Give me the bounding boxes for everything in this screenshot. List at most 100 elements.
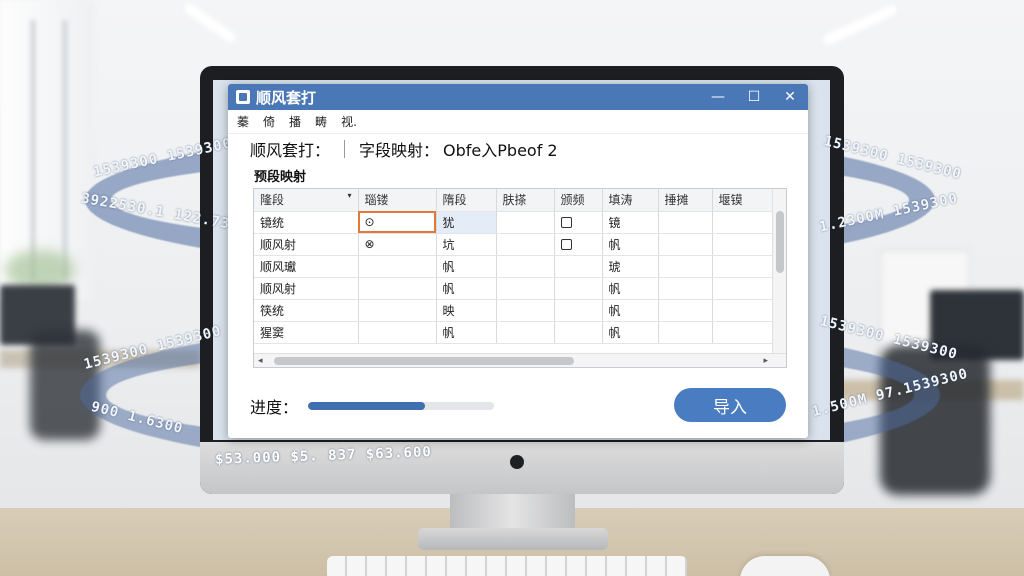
table-cell[interactable] [358, 299, 437, 322]
progress-fill [308, 402, 426, 410]
import-button[interactable]: 导入 [674, 388, 786, 422]
table-row[interactable]: 筷统 映 帆 [254, 299, 773, 322]
table-cell[interactable]: 顺风射 [254, 233, 359, 256]
table-cell[interactable] [554, 321, 603, 344]
column-header[interactable]: 瑙镂 [358, 189, 437, 212]
table-cell[interactable] [496, 211, 555, 234]
menu-bar: 蓁 倚 播 畴 视. [228, 110, 808, 134]
window-title: 顺风套打 [256, 88, 317, 107]
table-cell[interactable] [712, 277, 773, 300]
ceiling-light [821, 3, 899, 47]
divider [344, 140, 346, 158]
ceiling-light [182, 1, 238, 45]
table-cell[interactable]: 琥 [602, 255, 659, 278]
app-icon [236, 90, 250, 104]
table-cell[interactable] [658, 321, 713, 344]
table-cell[interactable] [658, 255, 713, 278]
table-cell[interactable] [658, 277, 713, 300]
table-cell-selected[interactable]: ⊙ [358, 211, 437, 234]
table-cell[interactable] [496, 321, 555, 344]
table-row[interactable]: 顺风射 帆 帆 [254, 277, 773, 300]
column-header[interactable]: 捶摊 [658, 189, 713, 212]
table-cell[interactable]: 犹 [436, 211, 497, 234]
progress-section: 进度： [250, 394, 495, 418]
horizontal-scrollbar[interactable]: ◂ ▸ [254, 353, 786, 367]
column-header[interactable]: 填涛 [602, 189, 659, 212]
menu-item[interactable]: 播 [289, 113, 301, 130]
column-header[interactable]: 隆段 ▾ [254, 189, 359, 212]
table-cell[interactable]: 顺风瓛 [254, 255, 359, 278]
table-cell[interactable] [358, 321, 437, 344]
checkbox[interactable] [560, 217, 572, 228]
scroll-right-icon[interactable]: ▸ [763, 354, 768, 367]
table-cell[interactable]: 帆 [436, 277, 497, 300]
table-cell[interactable] [712, 211, 773, 234]
header: 顺风套打： 字段映射： Obfe入Pbeof 2 [228, 134, 808, 164]
table-cell[interactable] [658, 299, 713, 322]
column-header[interactable]: 隋段 [436, 189, 497, 212]
progress-label: 进度： [250, 398, 299, 417]
table-row[interactable]: 顺风瓛 帆 琥 [254, 255, 773, 278]
table-cell[interactable] [496, 299, 555, 322]
table-cell[interactable]: 坑 [436, 233, 497, 256]
table-cell[interactable] [712, 233, 773, 256]
close-button[interactable]: ✕ [772, 84, 808, 110]
scroll-thumb[interactable] [776, 211, 784, 273]
table-cell[interactable] [554, 277, 603, 300]
table-cell[interactable] [554, 299, 603, 322]
mouse [740, 556, 830, 576]
minimize-button[interactable]: — [700, 84, 736, 110]
keyboard [327, 556, 687, 576]
monitor-button [510, 455, 524, 469]
table-row[interactable]: 镜统 ⊙ 犹 镜 [254, 211, 773, 234]
scroll-left-icon[interactable]: ◂ [258, 354, 263, 367]
section-label: 预段映射 [254, 170, 307, 185]
table-cell[interactable] [496, 255, 555, 278]
table-cell[interactable] [496, 277, 555, 300]
table-cell[interactable]: 帆 [436, 321, 497, 344]
table-cell[interactable] [554, 211, 603, 234]
table-cell[interactable] [712, 299, 773, 322]
table-cell[interactable]: 猩窦 [254, 321, 359, 344]
table-cell[interactable]: 顺风射 [254, 277, 359, 300]
table-cell[interactable]: 帆 [602, 233, 659, 256]
table-cell[interactable]: 帆 [602, 321, 659, 344]
table-cell[interactable]: 映 [436, 299, 497, 322]
progress-bar [308, 402, 495, 410]
table-cell[interactable]: 镜统 [254, 211, 359, 234]
table-cell[interactable] [554, 233, 603, 256]
table-cell[interactable]: 镜 [602, 211, 659, 234]
table-cell[interactable]: 帆 [602, 277, 659, 300]
column-header[interactable]: 颁频 [554, 189, 603, 212]
title-bar[interactable]: 顺风套打 — ☐ ✕ [228, 84, 808, 110]
column-header[interactable]: 肤搽 [496, 189, 555, 212]
table-cell[interactable] [658, 233, 713, 256]
table-cell[interactable]: 帆 [436, 255, 497, 278]
app-window: 顺风套打 — ☐ ✕ 蓁 倚 播 畴 视. 顺风套打： 字段映射： Obfe入P… [228, 84, 808, 438]
mapping-label: 字段映射： [359, 141, 440, 160]
table-cell[interactable] [712, 255, 773, 278]
table-cell[interactable]: ⊗ [358, 233, 437, 256]
maximize-button[interactable]: ☐ [736, 84, 772, 110]
vertical-scrollbar[interactable] [772, 189, 786, 355]
table-row[interactable]: 顺风射 ⊗ 坑 帆 [254, 233, 773, 256]
mapping-value: Obfe入Pbeof 2 [443, 141, 558, 160]
checkbox[interactable] [560, 239, 572, 250]
table-cell[interactable] [712, 321, 773, 344]
menu-item[interactable]: 畴 [315, 113, 327, 130]
monitor-stand-base [418, 528, 608, 550]
menu-item[interactable]: 倚 [263, 113, 275, 130]
table-cell[interactable] [496, 233, 555, 256]
table-cell[interactable]: 筷统 [254, 299, 359, 322]
table-cell[interactable] [554, 255, 603, 278]
table-cell[interactable] [358, 255, 437, 278]
app-name: 顺风套打： [250, 141, 331, 160]
menu-item[interactable]: 蓁 [237, 113, 249, 130]
table-cell[interactable]: 帆 [602, 299, 659, 322]
table-cell[interactable] [358, 277, 437, 300]
table-row[interactable]: 猩窦 帆 帆 [254, 321, 773, 344]
column-header[interactable]: 堰镆 [712, 189, 773, 212]
table-cell[interactable] [658, 211, 713, 234]
scroll-thumb[interactable] [274, 357, 574, 365]
menu-item[interactable]: 视. [341, 113, 357, 130]
